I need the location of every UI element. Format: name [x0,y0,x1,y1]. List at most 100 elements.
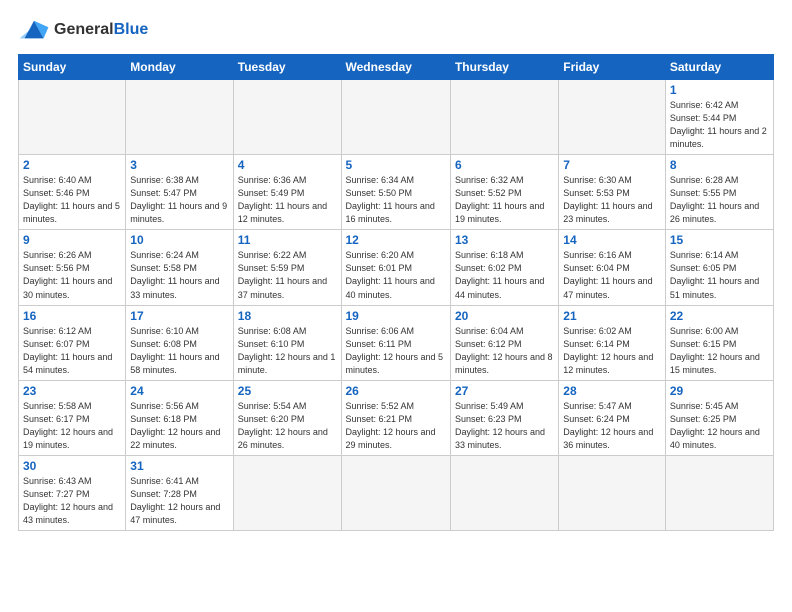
col-saturday: Saturday [665,55,773,80]
calendar-cell-31: 26Sunrise: 5:52 AM Sunset: 6:21 PM Dayli… [341,380,450,455]
day-info-10: Sunrise: 6:24 AM Sunset: 5:58 PM Dayligh… [130,249,228,301]
calendar-cell-41 [665,455,773,530]
day-number-28: 28 [563,384,661,398]
calendar-cell-6: 1Sunrise: 6:42 AM Sunset: 5:44 PM Daylig… [665,80,773,155]
day-info-17: Sunrise: 6:10 AM Sunset: 6:08 PM Dayligh… [130,325,228,377]
calendar-cell-13: 8 Sunrise: 6:28 AM Sunset: 5:55 PM Daylig… [665,155,773,230]
calendar-cell-12: 7 Sunrise: 6:30 AM Sunset: 5:53 PM Daylig… [559,155,666,230]
day-info-8: Sunrise: 6:28 AM Sunset: 5:55 PM Dayligh… [670,174,769,226]
calendar-cell-16: 11Sunrise: 6:22 AM Sunset: 5:59 PM Dayli… [233,230,341,305]
day-info-15: Sunrise: 6:14 AM Sunset: 6:05 PM Dayligh… [670,249,769,301]
day-number-26: 26 [346,384,446,398]
day-number-19: 19 [346,309,446,323]
calendar-cell-19: 14 Sunrise: 6:16 AM Sunset: 6:04 PM Dayli… [559,230,666,305]
weekday-header-row: Sunday Monday Tuesday Wednesday Thursday… [19,55,774,80]
calendar-cell-32: 27 Sunrise: 5:49 AM Sunset: 6:23 PM Dayli… [450,380,558,455]
logo-text: GeneralBlue [54,21,148,39]
day-number-23: 23 [23,384,121,398]
day-info-2: Sunrise: 6:40 AM Sunset: 5:46 PM Dayligh… [23,174,121,226]
calendar-cell-21: 16 Sunrise: 6:12 AM Sunset: 6:07 PM Dayli… [19,305,126,380]
day-number-21: 21 [563,309,661,323]
calendar-cell-39 [450,455,558,530]
calendar-cell-9: 4Sunrise: 6:36 AM Sunset: 5:49 PM Daylig… [233,155,341,230]
page: GeneralBlue Sunday Monday Tuesday Wednes… [0,0,792,612]
day-info-20: Sunrise: 6:04 AM Sunset: 6:12 PM Dayligh… [455,325,554,377]
calendar-cell-5 [559,80,666,155]
day-info-27: Sunrise: 5:49 AM Sunset: 6:23 PM Dayligh… [455,400,554,452]
day-number-6: 6 [455,158,554,172]
day-number-16: 16 [23,309,121,323]
day-info-13: Sunrise: 6:18 AM Sunset: 6:02 PM Dayligh… [455,249,554,301]
day-info-1: Sunrise: 6:42 AM Sunset: 5:44 PM Dayligh… [670,99,769,151]
col-tuesday: Tuesday [233,55,341,80]
calendar-cell-2 [233,80,341,155]
day-number-4: 4 [238,158,337,172]
calendar-cell-10: 5 Sunrise: 6:34 AM Sunset: 5:50 PM Daylig… [341,155,450,230]
calendar-cell-17: 12 Sunrise: 6:20 AM Sunset: 6:01 PM Dayli… [341,230,450,305]
day-info-21: Sunrise: 6:02 AM Sunset: 6:14 PM Dayligh… [563,325,661,377]
day-info-16: Sunrise: 6:12 AM Sunset: 6:07 PM Dayligh… [23,325,121,377]
calendar-row-3: 9 Sunrise: 6:26 AM Sunset: 5:56 PM Daylig… [19,230,774,305]
day-number-3: 3 [130,158,228,172]
day-number-2: 2 [23,158,121,172]
calendar-cell-18: 13 Sunrise: 6:18 AM Sunset: 6:02 PM Dayli… [450,230,558,305]
day-info-12: Sunrise: 6:20 AM Sunset: 6:01 PM Dayligh… [346,249,446,301]
calendar-row-5: 23 Sunrise: 5:58 AM Sunset: 6:17 PM Dayli… [19,380,774,455]
day-number-14: 14 [563,233,661,247]
calendar-cell-33: 28 Sunrise: 5:47 AM Sunset: 6:24 PM Dayli… [559,380,666,455]
calendar-cell-3 [341,80,450,155]
day-info-7: Sunrise: 6:30 AM Sunset: 5:53 PM Dayligh… [563,174,661,226]
day-info-18: Sunrise: 6:08 AM Sunset: 6:10 PM Dayligh… [238,325,337,377]
day-number-7: 7 [563,158,661,172]
calendar-cell-35: 30 Sunrise: 6:43 AM Sunset: 7:27 PM Dayli… [19,455,126,530]
day-number-25: 25 [238,384,337,398]
day-info-24: Sunrise: 5:56 AM Sunset: 6:18 PM Dayligh… [130,400,228,452]
day-info-23: Sunrise: 5:58 AM Sunset: 6:17 PM Dayligh… [23,400,121,452]
day-info-9: Sunrise: 6:26 AM Sunset: 5:56 PM Dayligh… [23,249,121,301]
day-info-30: Sunrise: 6:43 AM Sunset: 7:27 PM Dayligh… [23,475,121,527]
day-number-12: 12 [346,233,446,247]
day-number-9: 9 [23,233,121,247]
calendar-cell-28: 23 Sunrise: 5:58 AM Sunset: 6:17 PM Dayli… [19,380,126,455]
day-info-14: Sunrise: 6:16 AM Sunset: 6:04 PM Dayligh… [563,249,661,301]
day-info-6: Sunrise: 6:32 AM Sunset: 5:52 PM Dayligh… [455,174,554,226]
day-number-20: 20 [455,309,554,323]
calendar-row-4: 16 Sunrise: 6:12 AM Sunset: 6:07 PM Dayli… [19,305,774,380]
day-number-8: 8 [670,158,769,172]
calendar-cell-26: 21 Sunrise: 6:02 AM Sunset: 6:14 PM Dayli… [559,305,666,380]
day-number-29: 29 [670,384,769,398]
day-number-27: 27 [455,384,554,398]
day-number-10: 10 [130,233,228,247]
calendar-cell-34: 29Sunrise: 5:45 AM Sunset: 6:25 PM Dayli… [665,380,773,455]
col-friday: Friday [559,55,666,80]
day-number-13: 13 [455,233,554,247]
day-number-15: 15 [670,233,769,247]
day-info-25: Sunrise: 5:54 AM Sunset: 6:20 PM Dayligh… [238,400,337,452]
calendar-cell-38 [341,455,450,530]
calendar-table: Sunday Monday Tuesday Wednesday Thursday… [18,54,774,531]
calendar-cell-11: 6 Sunrise: 6:32 AM Sunset: 5:52 PM Daylig… [450,155,558,230]
logo-icon [18,16,50,44]
calendar-cell-29: 24 Sunrise: 5:56 AM Sunset: 6:18 PM Dayli… [126,380,233,455]
calendar-cell-1 [126,80,233,155]
calendar-cell-15: 10 Sunrise: 6:24 AM Sunset: 5:58 PM Dayli… [126,230,233,305]
col-wednesday: Wednesday [341,55,450,80]
calendar-cell-24: 19 Sunrise: 6:06 AM Sunset: 6:11 PM Dayli… [341,305,450,380]
calendar-cell-14: 9 Sunrise: 6:26 AM Sunset: 5:56 PM Daylig… [19,230,126,305]
calendar-cell-27: 22Sunrise: 6:00 AM Sunset: 6:15 PM Dayli… [665,305,773,380]
calendar-cell-23: 18 Sunrise: 6:08 AM Sunset: 6:10 PM Dayli… [233,305,341,380]
day-number-11: 11 [238,233,337,247]
day-number-30: 30 [23,459,121,473]
day-number-5: 5 [346,158,446,172]
day-info-5: Sunrise: 6:34 AM Sunset: 5:50 PM Dayligh… [346,174,446,226]
day-info-19: Sunrise: 6:06 AM Sunset: 6:11 PM Dayligh… [346,325,446,377]
calendar-cell-7: 2 Sunrise: 6:40 AM Sunset: 5:46 PM Daylig… [19,155,126,230]
calendar-cell-30: 25 Sunrise: 5:54 AM Sunset: 6:20 PM Dayli… [233,380,341,455]
calendar-row-2: 2 Sunrise: 6:40 AM Sunset: 5:46 PM Daylig… [19,155,774,230]
calendar-cell-25: 20 Sunrise: 6:04 AM Sunset: 6:12 PM Dayli… [450,305,558,380]
day-number-18: 18 [238,309,337,323]
calendar-row-6: 30 Sunrise: 6:43 AM Sunset: 7:27 PM Dayli… [19,455,774,530]
calendar-cell-20: 15 Sunrise: 6:14 AM Sunset: 6:05 PM Dayli… [665,230,773,305]
day-number-24: 24 [130,384,228,398]
day-info-28: Sunrise: 5:47 AM Sunset: 6:24 PM Dayligh… [563,400,661,452]
